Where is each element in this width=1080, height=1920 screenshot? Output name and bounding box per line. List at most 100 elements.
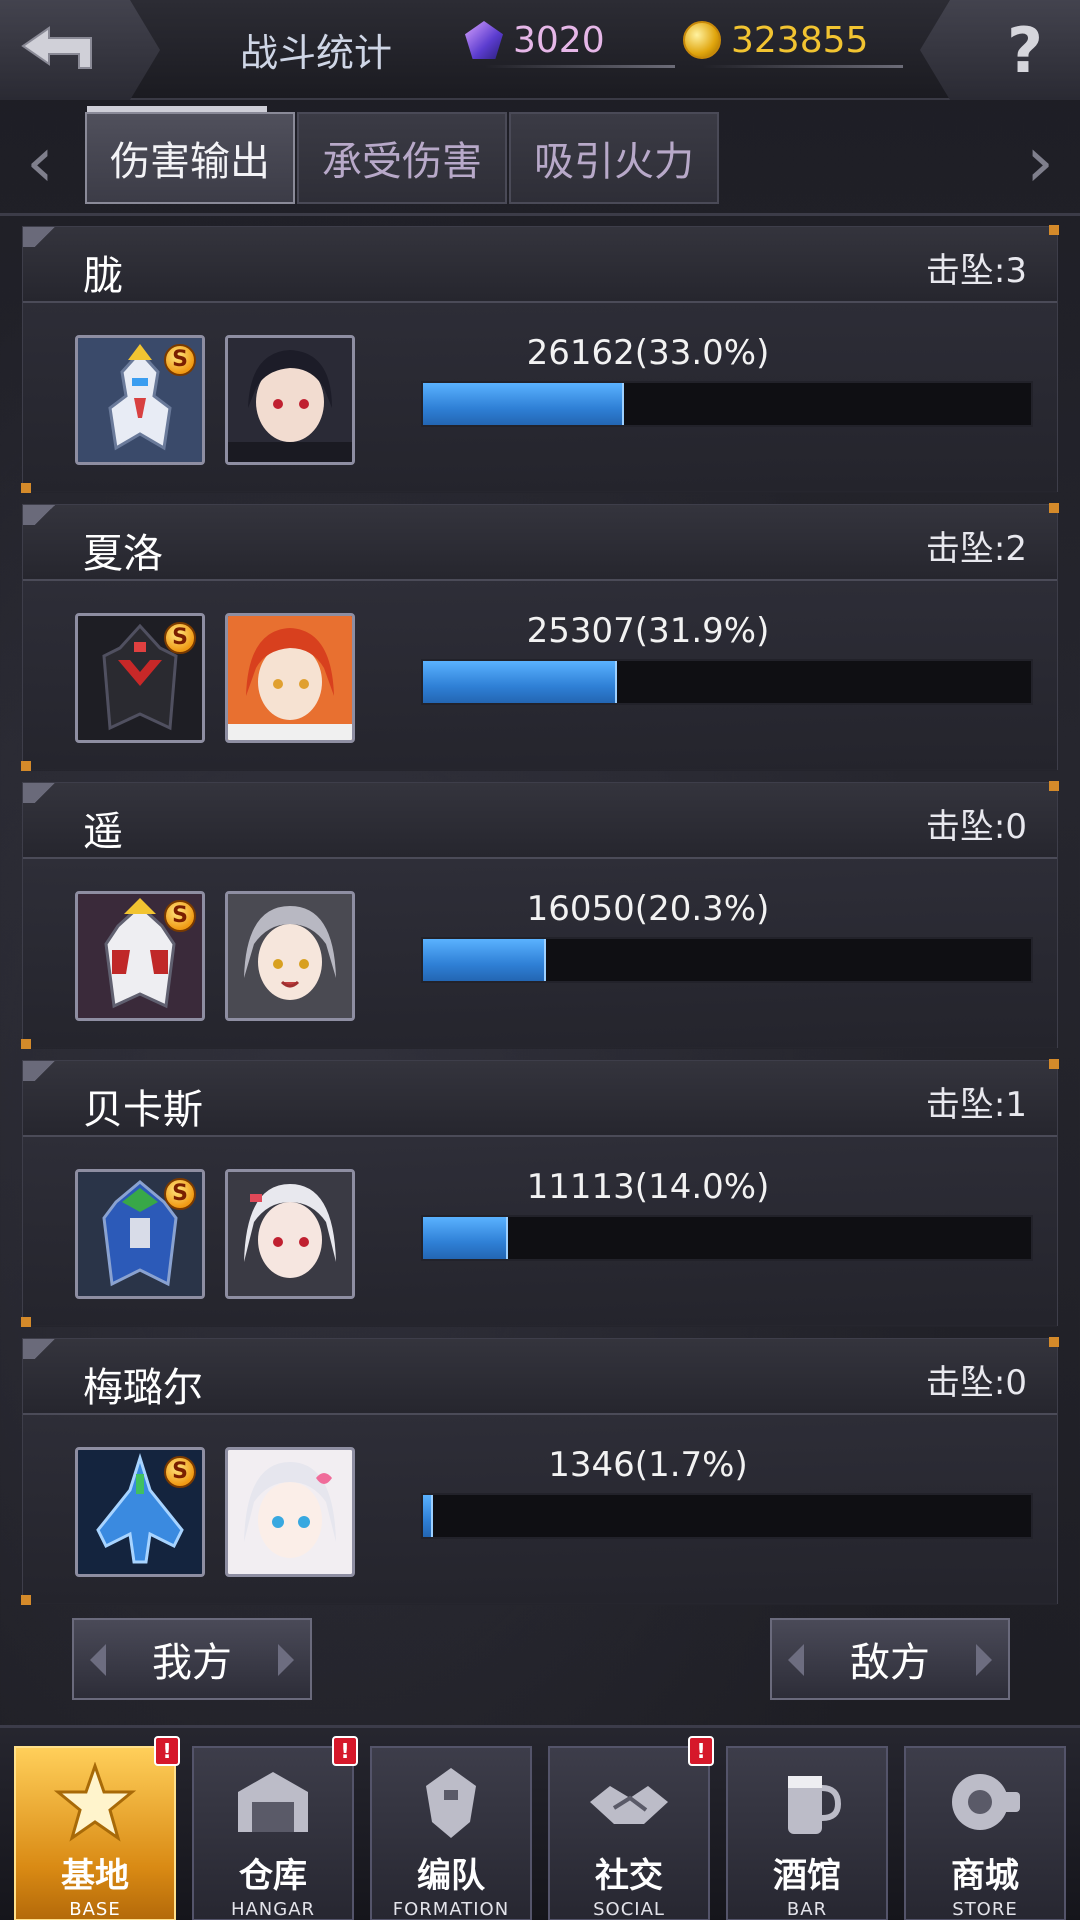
pilot-portrait[interactable] (225, 1169, 355, 1299)
hangar-icon (225, 1762, 321, 1842)
our-side-button[interactable]: 我方 (72, 1618, 312, 1700)
damage-bar (421, 381, 1033, 427)
corner-accent (1049, 781, 1059, 791)
player-card: 胧 击坠:3 S 26162(33.0%) (21, 225, 1059, 493)
kill-count: 击坠:3 (925, 251, 1027, 291)
red-haired-pilot-icon (228, 616, 352, 740)
nav-label: 商城 (951, 1856, 1019, 1896)
tab-damage-output[interactable]: 伤害输出 (85, 106, 295, 204)
alert-badge-icon: ! (332, 1736, 358, 1766)
tab-damage-taken[interactable]: 承受伤害 (297, 112, 507, 204)
chevron-left-icon[interactable]: ‹ (20, 127, 60, 197)
damage-value: 11113(14.0%) (526, 1167, 770, 1207)
nav-sublabel: FORMATION (392, 1899, 510, 1920)
nav-label: 社交 (595, 1856, 663, 1896)
gem-icon (465, 21, 503, 59)
player-card: 贝卡斯 击坠:1 S 11113(14.0%) (21, 1059, 1059, 1327)
corner-accent (21, 1039, 31, 1049)
pilot-portrait[interactable] (225, 335, 355, 465)
nav-base[interactable]: 基地 BASE ! (14, 1736, 180, 1920)
rank-s-badge: S (164, 622, 196, 654)
tab-row: ‹ 伤害输出 承受伤害 吸引火力 › (0, 100, 1080, 215)
damage-value: 1346(1.7%) (548, 1445, 748, 1485)
damage-value: 16050(20.3%) (526, 889, 770, 929)
nav-hangar[interactable]: 仓库 HANGAR ! (192, 1736, 358, 1920)
kill-count: 击坠:2 (925, 529, 1027, 569)
gold-underline (703, 65, 903, 68)
card-body: S 1346(1.7%) (23, 1415, 1057, 1605)
our-side-label: 我方 (152, 1640, 232, 1686)
gold-coin-icon (683, 21, 721, 59)
mech-portrait[interactable]: S (75, 1169, 205, 1299)
back-arrow-icon (21, 26, 92, 69)
gem-underline (485, 65, 675, 68)
card-header: 胧 击坠:3 (23, 227, 1057, 303)
card-body: S 16050(20.3%) (23, 859, 1057, 1049)
card-header: 梅璐尔 击坠:0 (23, 1339, 1057, 1415)
gold-amount: 323855 (731, 19, 869, 61)
dark-haired-pilot-icon (228, 338, 352, 462)
nav-sublabel: BASE (69, 1899, 121, 1920)
damage-bar-fill (423, 661, 617, 703)
bottom-nav: 基地 BASE ! 仓库 HANGAR ! 编队 FORMATION 社交 SO… (0, 1725, 1080, 1920)
mech-portrait[interactable]: S (75, 1447, 205, 1577)
kill-count: 击坠:0 (925, 1363, 1027, 1403)
mech-portrait[interactable]: S (75, 613, 205, 743)
damage-bar-fill (423, 1217, 509, 1259)
tab-aggro[interactable]: 吸引火力 (509, 112, 719, 204)
nav-bar[interactable]: 酒馆 BAR (726, 1746, 888, 1920)
corner-accent (21, 1595, 31, 1605)
corner-accent (21, 761, 31, 771)
enemy-side-button[interactable]: 敌方 (770, 1618, 1010, 1700)
corner-accent (1049, 1059, 1059, 1069)
store-icon (937, 1762, 1033, 1842)
nav-formation[interactable]: 编队 FORMATION (370, 1746, 532, 1920)
mech-portrait[interactable]: S (75, 891, 205, 1021)
card-header: 夏洛 击坠:2 (23, 505, 1057, 581)
nav-label: 编队 (417, 1856, 485, 1896)
damage-bar (421, 937, 1033, 983)
player-card: 梅璐尔 击坠:0 S 1346(1.7%) (21, 1337, 1059, 1605)
mech-portrait[interactable]: S (75, 335, 205, 465)
white-haired-pilot-icon (228, 1172, 352, 1296)
nav-sublabel: STORE (952, 1899, 1018, 1920)
player-name: 夏洛 (83, 531, 163, 577)
chevron-right-icon[interactable]: › (1020, 127, 1060, 197)
player-card: 遥 击坠:0 S 16050(20.3%) (21, 781, 1059, 1049)
corner-accent (1049, 1337, 1059, 1347)
pilot-portrait[interactable] (225, 1447, 355, 1577)
player-name: 胧 (83, 253, 123, 299)
question-mark-icon: ? (1007, 13, 1043, 87)
damage-bar-fill (423, 383, 624, 425)
pilot-portrait[interactable] (225, 891, 355, 1021)
nav-sublabel: BAR (786, 1899, 828, 1920)
alert-badge-icon: ! (688, 1736, 714, 1766)
silver-haired-pilot-icon (228, 894, 352, 1018)
nav-social[interactable]: 社交 SOCIAL ! (548, 1736, 714, 1920)
rank-s-badge: S (164, 1178, 196, 1210)
back-button[interactable] (0, 0, 160, 100)
pilot-portrait[interactable] (225, 613, 355, 743)
top-bar: 战斗统计 3020 323855 ? (0, 0, 1080, 100)
nav-label: 仓库 (239, 1856, 307, 1896)
kill-count: 击坠:0 (925, 807, 1027, 847)
corner-accent (1049, 225, 1059, 235)
card-body: S 11113(14.0%) (23, 1137, 1057, 1327)
nav-sublabel: SOCIAL (593, 1899, 665, 1920)
nav-store[interactable]: 商城 STORE (904, 1746, 1066, 1920)
bar-icon (759, 1762, 855, 1842)
kill-count: 击坠:1 (925, 1085, 1027, 1125)
alert-badge-icon: ! (154, 1736, 180, 1766)
damage-bar-fill (423, 939, 547, 981)
gold-counter: 323855 (683, 12, 903, 68)
player-name: 梅璐尔 (83, 1365, 203, 1411)
handshake-icon (581, 1762, 677, 1842)
nav-label: 酒馆 (773, 1856, 841, 1896)
player-card: 夏洛 击坠:2 S 25307(31.9%) (21, 503, 1059, 771)
corner-accent (21, 1317, 31, 1327)
card-header: 贝卡斯 击坠:1 (23, 1061, 1057, 1137)
damage-bar (421, 1493, 1033, 1539)
help-button[interactable]: ? (920, 0, 1080, 100)
corner-accent (21, 483, 31, 493)
enemy-side-label: 敌方 (850, 1640, 930, 1686)
